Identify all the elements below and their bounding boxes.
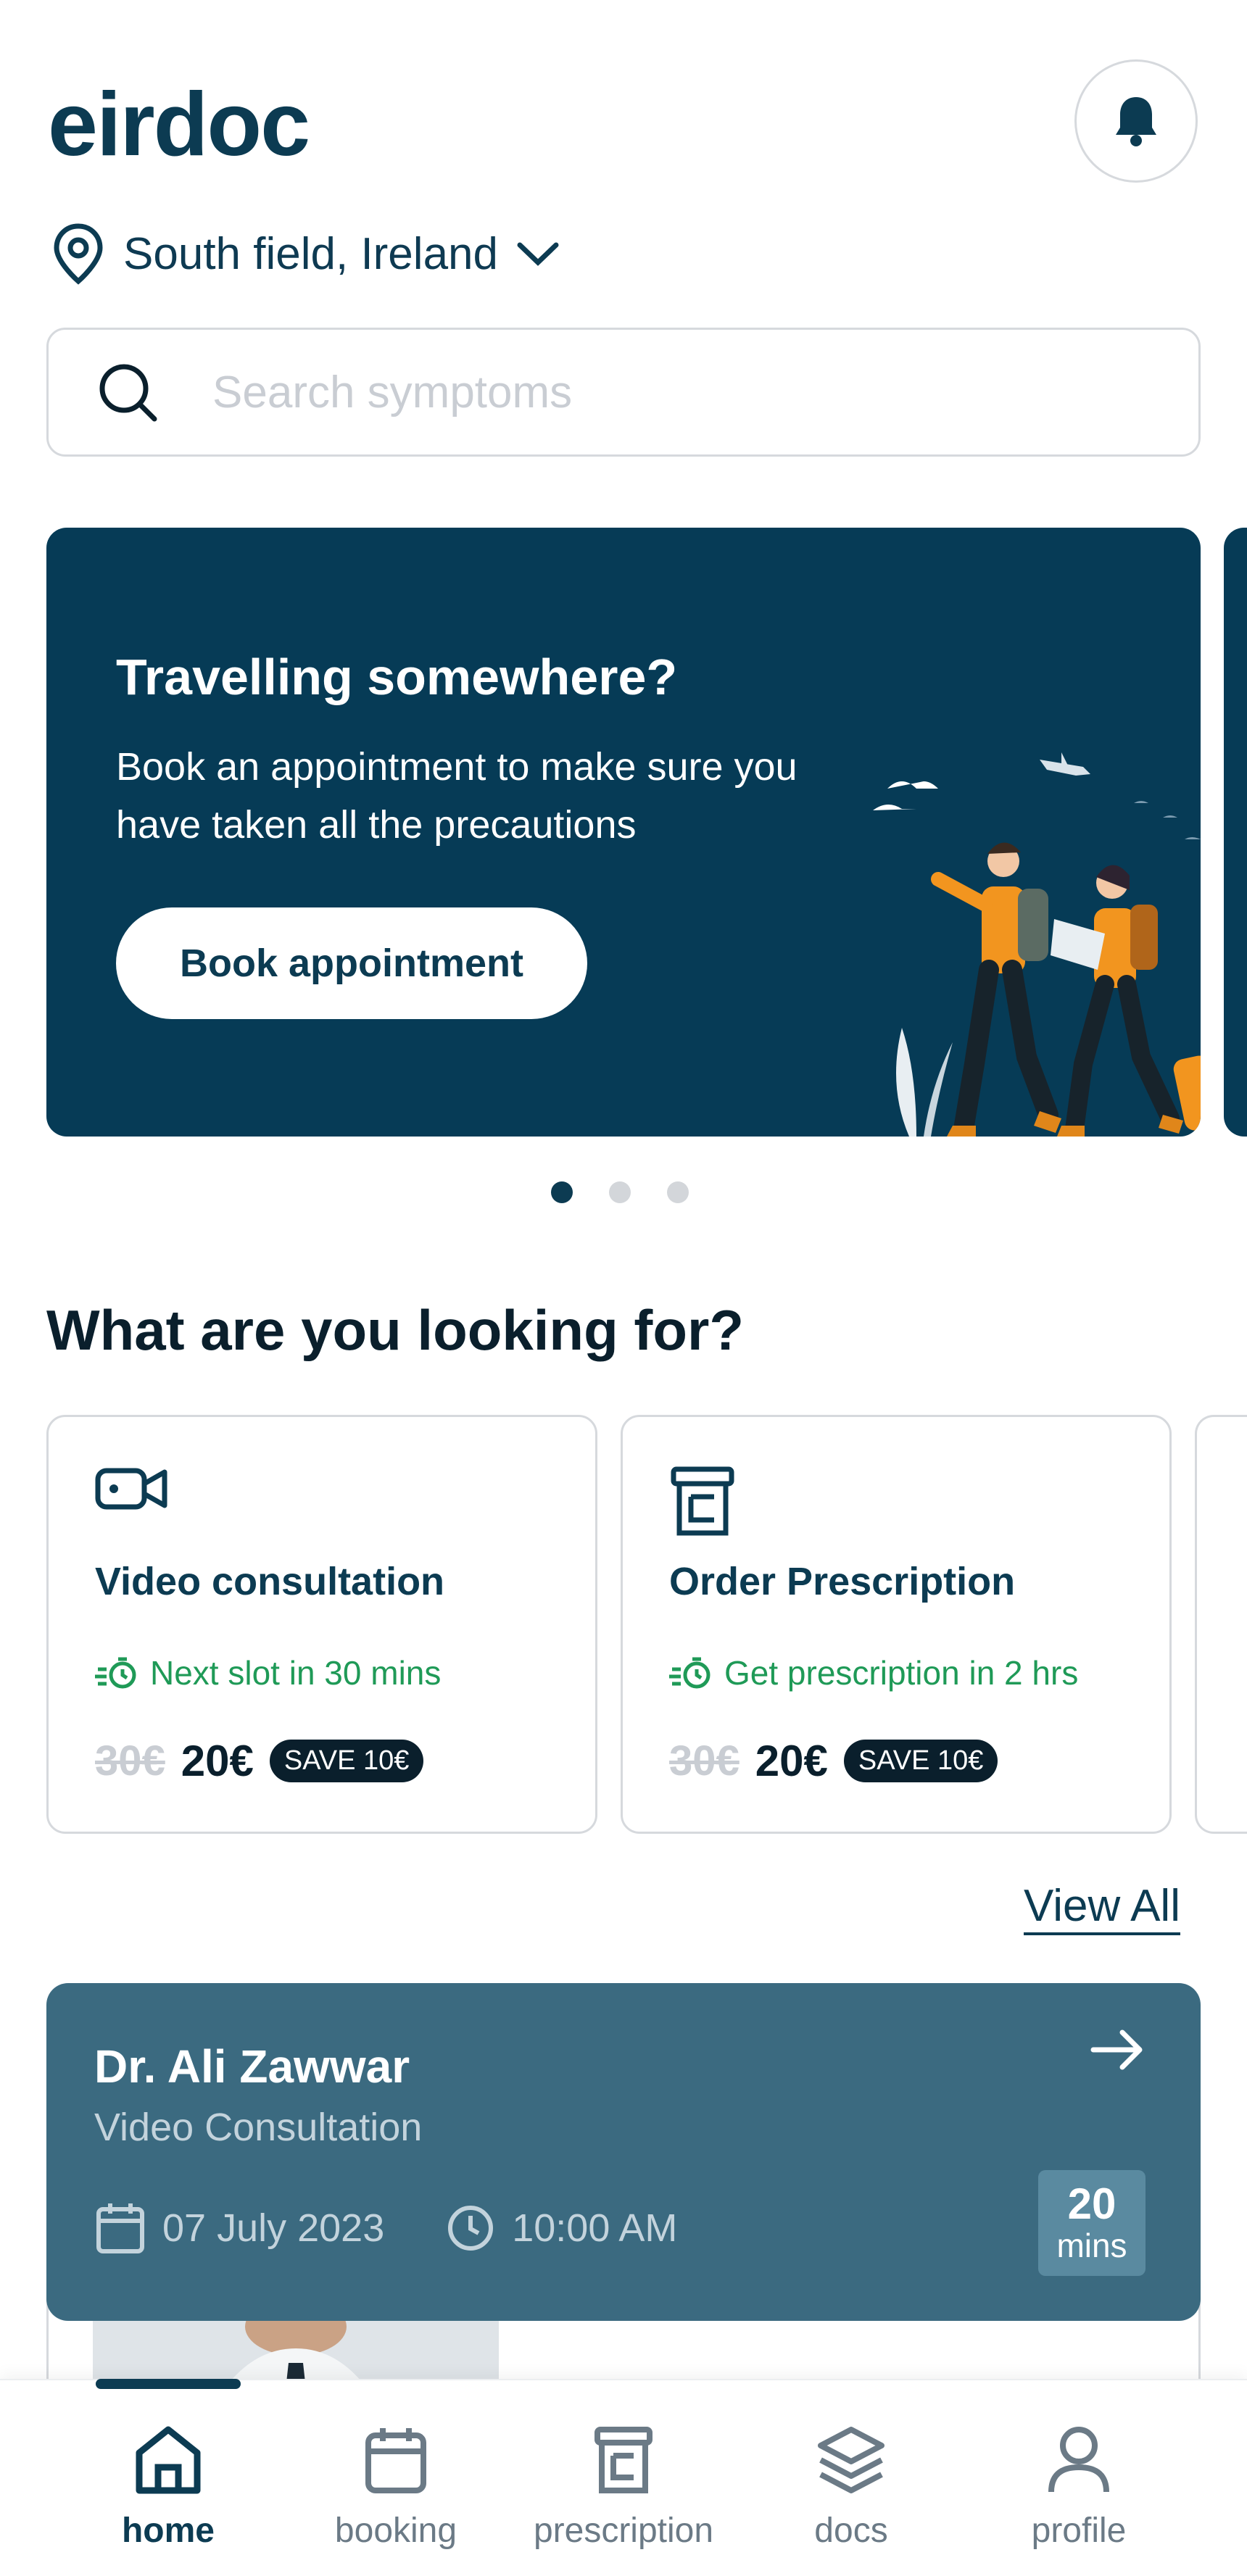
service-title: Video consultation	[95, 1560, 445, 1603]
home-icon	[136, 2426, 201, 2494]
carousel-dot[interactable]	[667, 1181, 689, 1203]
calendar-icon	[365, 2428, 426, 2493]
carousel-dot[interactable]	[551, 1181, 573, 1203]
nav-profile[interactable]: profile	[970, 2424, 1188, 2551]
search-box[interactable]	[46, 328, 1201, 457]
location-pin-icon	[54, 223, 103, 285]
active-nav-indicator	[96, 2379, 241, 2389]
service-card-prescription[interactable]: Order Prescription Get prescription in 2…	[621, 1415, 1172, 1834]
video-icon	[95, 1468, 167, 1510]
nav-booking[interactable]: booking	[287, 2424, 505, 2551]
nav-prescription[interactable]: prescription	[515, 2424, 732, 2551]
prescription-icon	[671, 1466, 734, 1536]
layers-icon	[818, 2427, 884, 2493]
timer-icon	[95, 1657, 136, 1689]
new-price: 20€	[755, 1737, 828, 1785]
timer-icon	[669, 1657, 710, 1689]
service-card-video[interactable]: Video consultation Next slot in 30 mins …	[46, 1415, 597, 1834]
section-title: What are you looking for?	[46, 1298, 745, 1362]
nav-label: prescription	[533, 2511, 714, 2550]
slot-text: Get prescription in 2 hrs	[724, 1654, 1079, 1692]
next-banner-peek[interactable]	[1224, 528, 1247, 1137]
bottom-navigation: home booking prescription docs profile	[0, 2379, 1247, 2576]
service-title: Order Prescription	[669, 1560, 1016, 1603]
notification-button[interactable]	[1074, 59, 1198, 183]
bell-icon	[1116, 97, 1156, 146]
nav-label: docs	[814, 2511, 888, 2550]
location-label: South field, Ireland	[123, 228, 499, 279]
price-row: 30€ 20€ SAVE 10€	[669, 1736, 998, 1786]
consultation-type: Video Consultation	[94, 2106, 423, 2149]
calendar-icon	[96, 2203, 144, 2253]
duration-unit: mins	[1056, 2227, 1127, 2264]
nav-label: booking	[334, 2511, 457, 2550]
nav-label: home	[121, 2511, 215, 2550]
nav-label: profile	[1031, 2511, 1127, 2550]
appointment-time: 10:00 AM	[512, 2206, 678, 2250]
service-card-peek[interactable]	[1195, 1415, 1247, 1834]
price-row: 30€ 20€ SAVE 10€	[95, 1736, 424, 1786]
appointment-meta: 07 July 2023 10:00 AM	[94, 2201, 677, 2256]
location-selector[interactable]: South field, Ireland	[51, 222, 560, 286]
banner-title: Travelling somewhere?	[116, 649, 678, 705]
nav-home[interactable]: home	[59, 2424, 277, 2551]
user-icon	[1048, 2427, 1109, 2493]
service-slot: Get prescription in 2 hrs	[669, 1653, 1078, 1692]
save-badge: SAVE 10€	[269, 1740, 424, 1782]
nav-docs[interactable]: docs	[742, 2424, 960, 2551]
duration-value: 20	[1067, 2180, 1116, 2228]
old-price: 30€	[95, 1737, 165, 1784]
service-slot: Next slot in 30 mins	[95, 1653, 441, 1692]
save-badge: SAVE 10€	[843, 1740, 998, 1782]
arrow-right-icon[interactable]	[1090, 2027, 1146, 2073]
duration-badge: 20 mins	[1038, 2170, 1146, 2276]
travellers-illustration	[873, 752, 1201, 1137]
old-price: 30€	[669, 1737, 740, 1784]
prescription-icon	[594, 2427, 652, 2493]
appointment-card[interactable]: Dr. Ali Zawwar Video Consultation 07 Jul…	[46, 1983, 1201, 2321]
appointment-date: 07 July 2023	[162, 2206, 385, 2250]
doctor-name: Dr. Ali Zawwar	[94, 2040, 410, 2093]
carousel-dots	[551, 1181, 689, 1203]
search-icon	[99, 364, 157, 422]
promo-banner[interactable]: Travelling somewhere? Book an appointmen…	[46, 528, 1201, 1137]
chevron-down-icon	[517, 242, 559, 266]
banner-text: Book an appointment to make sure you hav…	[116, 745, 798, 847]
carousel-dot[interactable]	[609, 1181, 631, 1203]
clock-icon	[448, 2206, 494, 2251]
view-all-link[interactable]: View All	[1024, 1880, 1180, 1935]
search-input[interactable]	[211, 365, 1084, 419]
book-appointment-button[interactable]: Book appointment	[116, 907, 587, 1019]
app-logo: eirdoc	[48, 75, 310, 175]
slot-text: Next slot in 30 mins	[150, 1654, 442, 1692]
new-price: 20€	[181, 1737, 254, 1785]
